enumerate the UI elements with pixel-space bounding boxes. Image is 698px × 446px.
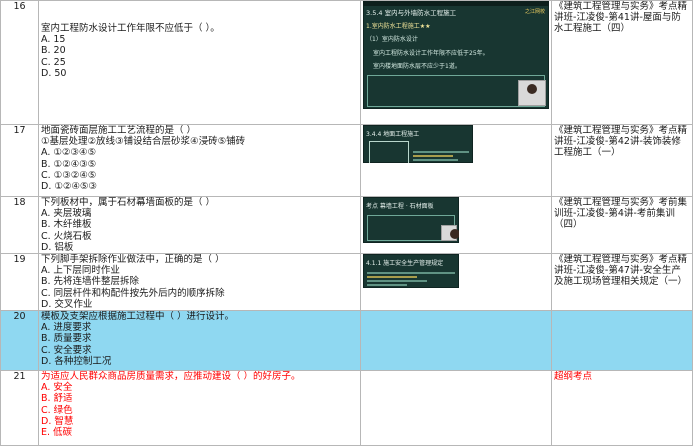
lecture-screenshot: 3.4.4 地面工程施工	[363, 125, 473, 164]
lecture-screenshot: 考点 幕墙工程 · 石材面板	[363, 197, 459, 244]
question-cell: 地面瓷砖面层施工工艺流程的是（ ） ①基层处理②放线③铺设结合层砂浆④浸砖⑤铺砖…	[38, 124, 361, 197]
option-b: B. 质量要求	[41, 333, 92, 345]
lecturer-video	[441, 225, 459, 242]
option-b: B. 舒适	[41, 393, 73, 405]
screenshot-cell	[360, 310, 552, 372]
question-number: 19	[0, 253, 39, 312]
option-c: C. 25	[41, 56, 66, 68]
question-cell: 室内工程防水设计工作年限不应低于（ ）。 A. 15 B. 20 C. 25 D…	[38, 0, 361, 125]
option-d: D. 50	[41, 67, 67, 79]
option-a: A. 安全	[41, 382, 73, 394]
screenshot-cell: 考点 幕墙工程 · 石材面板	[360, 195, 552, 255]
table-row: 18 下列板材中，属于石材幕墙面板的是（ ） A. 夹层玻璃 B. 木纤维板 C…	[0, 195, 693, 255]
question-number: 21	[0, 370, 39, 446]
option-d: D. ①②④⑤③	[41, 181, 97, 193]
slide-title: 3.5.4 室内与外墙防水工程施工	[366, 9, 457, 17]
school-logo: 之江网校	[524, 9, 545, 15]
option-c: C. 安全要求	[41, 344, 92, 356]
question-cell: 为适应人民群众商品房质量需求，应推动建设（ ）的好房子。 A. 安全 B. 舒适…	[38, 370, 361, 446]
slide-line-1: （1）室内防水设计	[366, 36, 418, 44]
process-steps: ①基层处理②放线③铺设结合层砂浆④浸砖⑤铺砖	[41, 136, 246, 148]
question-stem: 下列脚手架拆除作业做法中，正确的是（ ）	[41, 254, 225, 266]
question-stem: 室内工程防水设计工作年限不应低于（ ）。	[41, 23, 220, 34]
question-cell: 模板及支架应根据施工过程中（ ）进行设计。 A. 进度要求 B. 质量要求 C.…	[38, 310, 361, 372]
lecture-screenshot: 3.5.4 室内与外墙防水工程施工 之江网校 1.室内防水工程施工★★ （1）室…	[363, 1, 549, 110]
option-b: B. ①②④③⑤	[41, 158, 97, 170]
slide-title: 3.4.4 地面工程施工	[366, 131, 420, 138]
option-a: A. 15	[41, 34, 66, 46]
option-e: E. 低碳	[41, 427, 73, 439]
option-a: A. 夹层玻璃	[41, 208, 92, 220]
source-cell: 《建筑工程管理与实务》考点精讲班-江凌俊-第42讲-装饰装修工程施工（一）	[551, 124, 693, 197]
table-row: 16 室内工程防水设计工作年限不应低于（ ）。 A. 15 B. 20 C. 2…	[0, 0, 693, 125]
option-a: A. 上下层同时作业	[41, 265, 120, 277]
table-row: 20 模板及支架应根据施工过程中（ ）进行设计。 A. 进度要求 B. 质量要求…	[0, 310, 693, 372]
lecture-screenshot: 4.1.1 施工安全生产管理规定	[363, 254, 459, 289]
option-d: D. 各种控制工况	[41, 355, 112, 367]
question-cell: 下列脚手架拆除作业做法中，正确的是（ ） A. 上下层同时作业 B. 先将连墙件…	[38, 253, 361, 312]
source-cell: 《建筑工程管理与实务》考点精讲班-江凌俊-第47讲-安全生产及施工现场管理相关规…	[551, 253, 693, 312]
source-cell: 《建筑工程管理与实务》考点精讲班-江凌俊-第41讲-屋面与防水工程施工（四）	[551, 0, 693, 125]
option-a: A. 进度要求	[41, 322, 92, 334]
source-cell: 超纲考点	[551, 370, 693, 446]
table-row: 17 地面瓷砖面层施工工艺流程的是（ ） ①基层处理②放线③铺设结合层砂浆④浸砖…	[0, 124, 693, 197]
slide-title: 4.1.1 施工安全生产管理规定	[366, 260, 444, 268]
slide-title: 考点 幕墙工程 · 石材面板	[366, 203, 434, 210]
question-number: 16	[0, 0, 39, 125]
option-d: D. 智慧	[41, 415, 74, 427]
table-row: 21 为适应人民群众商品房质量需求，应推动建设（ ）的好房子。 A. 安全 B.…	[0, 370, 693, 446]
screenshot-cell	[360, 370, 552, 446]
question-number: 20	[0, 310, 39, 372]
screenshot-cell: 3.5.4 室内与外墙防水工程施工 之江网校 1.室内防水工程施工★★ （1）室…	[360, 0, 552, 125]
slide-line-2: 室内工程防水设计工作年限不应低于25年。	[373, 49, 489, 57]
screenshot-cell: 4.1.1 施工安全生产管理规定	[360, 253, 552, 312]
slide-subtitle: 1.室内防水工程施工★★	[366, 23, 431, 31]
question-number: 18	[0, 195, 39, 255]
question-stem: 模板及支架应根据施工过程中（ ）进行设计。	[41, 311, 235, 323]
source-cell: 《建筑工程管理与实务》考前集训班-江凌俊-第4讲-考前集训（四）	[551, 195, 693, 255]
question-stem: 为适应人民群众商品房质量需求，应推动建设（ ）的好房子。	[41, 371, 301, 383]
question-stem: 地面瓷砖面层施工工艺流程的是（ ）	[41, 125, 197, 137]
question-stem: 下列板材中，属于石材幕墙面板的是（ ）	[41, 197, 216, 208]
option-b: B. 先将连墙件整层拆除	[41, 276, 140, 288]
slide-line-3: 室内楼地面防水层不应少于1道。	[373, 62, 461, 70]
option-c: C. 火烧石板	[41, 230, 92, 242]
question-cell: 下列板材中，属于石材幕墙面板的是（ ） A. 夹层玻璃 B. 木纤维板 C. 火…	[38, 195, 361, 255]
question-number: 17	[0, 124, 39, 197]
question-table: 16 室内工程防水设计工作年限不应低于（ ）。 A. 15 B. 20 C. 2…	[0, 0, 693, 446]
source-cell	[551, 310, 693, 372]
option-c: C. 同层杆件和构配件按先外后内的顺序拆除	[41, 287, 225, 299]
table-row: 19 下列脚手架拆除作业做法中，正确的是（ ） A. 上下层同时作业 B. 先将…	[0, 253, 693, 312]
lecturer-video	[518, 80, 546, 107]
option-d: D. 铝板	[41, 241, 74, 253]
option-a: A. ①②③④⑤	[41, 147, 96, 159]
screenshot-cell: 3.4.4 地面工程施工	[360, 124, 552, 197]
option-b: B. 木纤维板	[41, 219, 92, 231]
option-c: C. 绿色	[41, 404, 73, 416]
option-d: D. 交叉作业	[41, 298, 93, 310]
option-b: B. 20	[41, 45, 66, 57]
option-c: C. ①③②④⑤	[41, 169, 97, 181]
